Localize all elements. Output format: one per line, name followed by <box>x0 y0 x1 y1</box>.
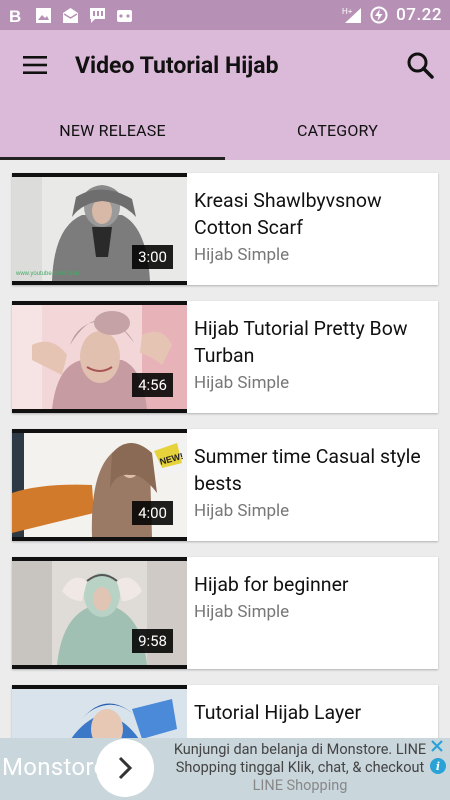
video-thumbnail[interactable]: 9:58 <box>12 557 187 669</box>
search-button[interactable] <box>390 30 450 100</box>
menu-button[interactable] <box>0 30 70 100</box>
status-bar: B H+ 07.22 <box>0 0 450 30</box>
b-app-icon: B <box>9 7 21 24</box>
video-channel: Hijab Simple <box>194 602 290 622</box>
video-duration: 4:56 <box>132 373 173 397</box>
close-icon[interactable] <box>430 739 444 753</box>
video-title: Kreasi Shawlbyvsnow Cotton Scarf <box>194 189 382 239</box>
video-title: Summer time Casual style bests <box>194 445 421 495</box>
video-duration: 3:00 <box>132 245 173 269</box>
video-duration: 4:00 <box>132 501 173 525</box>
chat-icon <box>90 7 105 23</box>
search-icon <box>407 52 434 79</box>
video-title: Tutorial Hijab Layer <box>194 701 362 724</box>
ad-banner[interactable]: Monstore Kunjungi dan belanja di Monstor… <box>0 738 450 800</box>
battery-charging-icon <box>370 6 388 24</box>
video-title: Hijab for beginner <box>194 573 349 596</box>
video-channel: Hijab Simple <box>194 501 290 521</box>
video-channel: Hijab Simple <box>194 373 290 393</box>
ad-line-3: LINE Shopping <box>252 777 348 794</box>
network-type: H+ <box>342 7 353 16</box>
hamburger-menu-icon <box>23 56 47 74</box>
info-icon[interactable]: i <box>430 758 446 774</box>
signal-icon: H+ <box>342 7 362 23</box>
video-thumbnail[interactable]: 4:56 <box>12 301 187 413</box>
tab-category[interactable]: CATEGORY <box>225 100 450 160</box>
svg-text:www.youtube.com/hijab: www.youtube.com/hijab <box>15 271 80 277</box>
chevron-right-icon <box>118 756 133 780</box>
clock: 07.22 <box>396 5 442 25</box>
mail-icon <box>63 7 78 23</box>
video-duration: 9:58 <box>132 629 173 653</box>
ad-open-button[interactable] <box>96 739 154 797</box>
app-title: Video Tutorial Hijab <box>75 51 279 79</box>
ad-brand: Monstore <box>2 753 107 781</box>
video-card[interactable]: www.youtube.com/hijab 3:00 Kreasi Shawlb… <box>12 173 438 285</box>
video-thumbnail[interactable]: NEW! 4:00 <box>12 429 187 541</box>
ad-line-2: Shopping tinggal Klik, chat, & checkout <box>175 759 425 776</box>
video-card[interactable]: Tutorial Hijab Layer <box>12 685 438 738</box>
video-card[interactable]: 4:56 Hijab Tutorial Pretty Bow Turban Hi… <box>12 301 438 413</box>
ad-line-1: Kunjungi dan belanja di Monstore. LINE <box>173 741 427 758</box>
tab-bar: NEW RELEASE CATEGORY <box>0 100 450 160</box>
video-channel: Hijab Simple <box>194 245 290 265</box>
image-icon <box>36 7 51 23</box>
video-title: Hijab Tutorial Pretty Bow Turban <box>194 317 408 367</box>
video-thumbnail[interactable] <box>12 685 187 738</box>
app-bar: Video Tutorial Hijab <box>0 30 450 100</box>
video-list[interactable]: www.youtube.com/hijab 3:00 Kreasi Shawlb… <box>0 160 450 738</box>
video-card[interactable]: NEW! 4:00 Summer time Casual style bests… <box>12 429 438 541</box>
game-icon <box>117 9 132 22</box>
video-card[interactable]: 9:58 Hijab for beginner Hijab Simple <box>12 557 438 669</box>
video-thumbnail[interactable]: www.youtube.com/hijab 3:00 <box>12 173 187 285</box>
tab-new-release[interactable]: NEW RELEASE <box>0 100 225 160</box>
svg-text:B: B <box>9 7 21 24</box>
ad-text: Kunjungi dan belanja di Monstore. LINE S… <box>152 741 448 795</box>
